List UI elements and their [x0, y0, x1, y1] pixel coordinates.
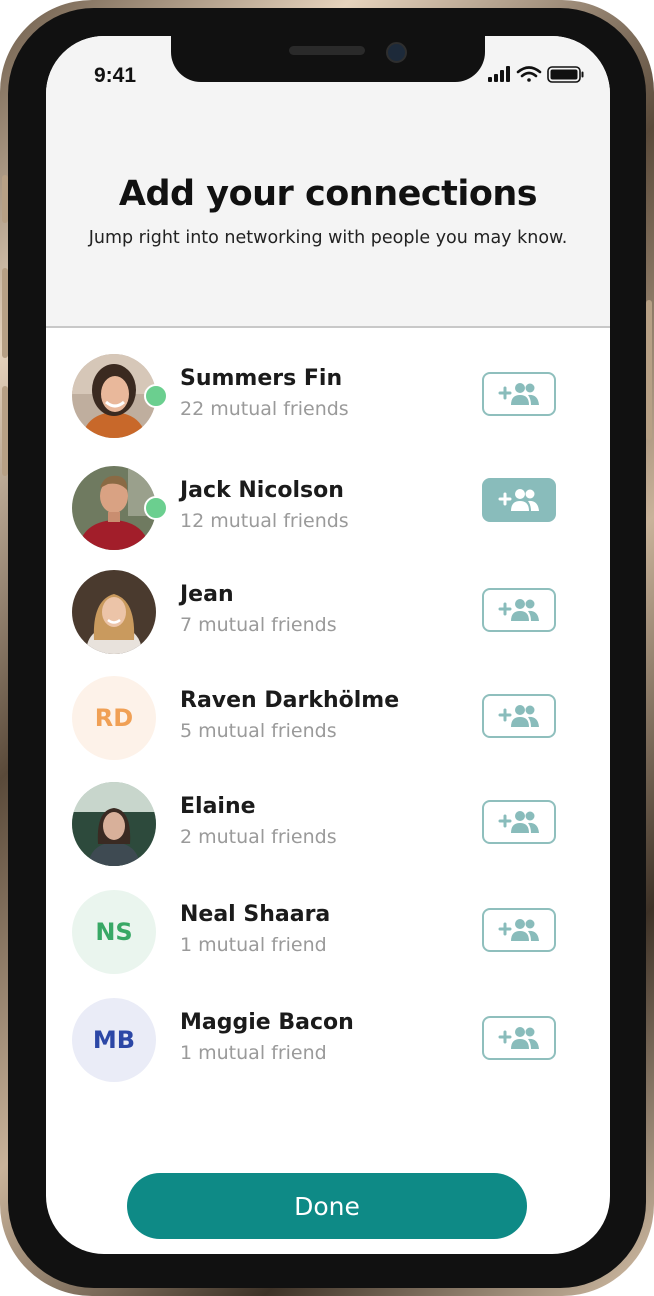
page-subtitle: Jump right into networking with people y…	[88, 228, 568, 248]
add-friend-icon	[498, 599, 539, 621]
avatar: RD	[72, 676, 156, 760]
mutual-friends-count: 7 mutual friends	[180, 614, 337, 636]
add-friend-icon	[498, 811, 539, 833]
avatar: NS	[72, 890, 156, 974]
status-time: 9:41	[94, 64, 137, 87]
online-status-dot	[144, 384, 168, 408]
cellular-signal-icon	[488, 66, 510, 82]
avatar	[72, 570, 156, 654]
contact-name: Raven Darkhölme	[180, 688, 400, 713]
screen: 9:41 Add your connections Jump right int…	[46, 36, 610, 1254]
add-friend-button[interactable]	[482, 694, 556, 738]
mutual-friends-count: 12 mutual friends	[180, 510, 349, 532]
add-friend-button-active[interactable]	[482, 478, 556, 522]
add-friend-icon	[498, 705, 539, 727]
contact-item-jean: Jean 7 mutual friends	[46, 570, 610, 656]
notch	[171, 36, 485, 82]
add-friend-icon	[498, 489, 539, 511]
contact-item-jack-nicolson: Jack Nicolson 12 mutual friends	[46, 466, 610, 552]
contact-name: Maggie Bacon	[180, 1010, 354, 1035]
add-friend-button[interactable]	[482, 372, 556, 416]
add-friend-button[interactable]	[482, 1016, 556, 1060]
header-area: 9:41 Add your connections Jump right int…	[46, 36, 610, 328]
page-title: Add your connections	[118, 174, 538, 214]
contact-item-summers-fin: Summers Fin 22 mutual friends	[46, 354, 610, 440]
mutual-friends-count: 1 mutual friend	[180, 1042, 327, 1064]
power-button	[646, 300, 652, 440]
contact-item-neal-shaara: NS Neal Shaara 1 mutual friend	[46, 890, 610, 976]
status-icons	[484, 64, 588, 86]
mutual-friends-count: 2 mutual friends	[180, 826, 337, 848]
mutual-friends-count: 1 mutual friend	[180, 934, 327, 956]
done-button[interactable]: Done	[127, 1173, 527, 1239]
contact-item-elaine: Elaine 2 mutual friends	[46, 782, 610, 868]
front-camera	[386, 42, 407, 63]
mutual-friends-count: 5 mutual friends	[180, 720, 337, 742]
battery-icon	[547, 66, 584, 83]
contact-name: Elaine	[180, 794, 256, 819]
avatar	[72, 782, 156, 866]
speaker-grille	[289, 46, 365, 55]
contact-item-maggie-bacon: MB Maggie Bacon 1 mutual friend	[46, 998, 610, 1084]
contact-name: Neal Shaara	[180, 902, 331, 927]
online-status-dot	[144, 496, 168, 520]
wifi-icon	[516, 66, 542, 82]
add-friend-button[interactable]	[482, 908, 556, 952]
mutual-friends-count: 22 mutual friends	[180, 398, 349, 420]
contact-name: Jean	[180, 582, 234, 607]
contact-item-raven-darkholme: RD Raven Darkhölme 5 mutual friends	[46, 676, 610, 762]
contact-name: Summers Fin	[180, 366, 343, 391]
add-friend-button[interactable]	[482, 588, 556, 632]
avatar-initials: RD	[72, 676, 156, 760]
contact-name: Jack Nicolson	[180, 478, 344, 503]
add-friend-icon	[498, 1027, 539, 1049]
add-friend-button[interactable]	[482, 800, 556, 844]
avatar-initials: NS	[72, 890, 156, 974]
avatar-initials: MB	[72, 998, 156, 1082]
avatar: MB	[72, 998, 156, 1082]
add-friend-icon	[498, 383, 539, 405]
add-friend-icon	[498, 919, 539, 941]
phone-frame: 9:41 Add your connections Jump right int…	[0, 0, 654, 1296]
